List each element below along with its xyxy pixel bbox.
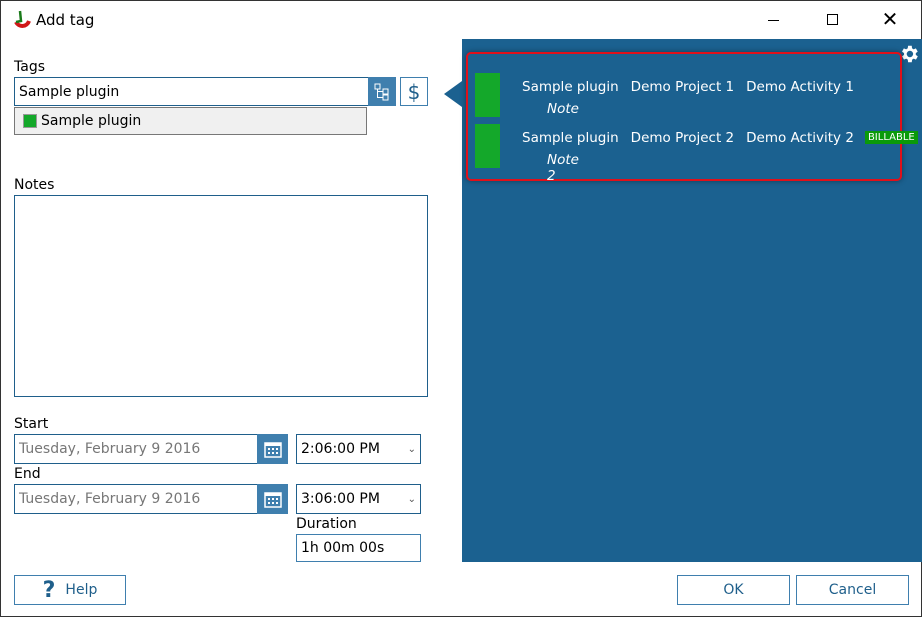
app-logo-icon: [14, 10, 31, 28]
start-time-value: 2:06:00 PM: [301, 441, 380, 457]
notes-textarea[interactable]: [14, 195, 428, 397]
entry-note: Note: [547, 101, 579, 117]
ok-button[interactable]: OK: [677, 575, 790, 605]
add-tag-dialog: Add tag ✕ Tags Sample plugin $ Sample pl…: [0, 0, 922, 617]
entry-activity: Demo Activity 1: [746, 79, 854, 95]
cancel-button[interactable]: Cancel: [796, 575, 909, 605]
minimize-button[interactable]: [761, 9, 787, 31]
entry-activity: Demo Activity 2: [746, 130, 854, 146]
tag-suggestion-item[interactable]: Sample plugin: [14, 107, 367, 135]
tree-icon: [374, 83, 389, 100]
entry-project: Demo Project 2: [630, 130, 735, 146]
entry-item[interactable]: Sample plugin Demo Project 2 Demo Activity…: [475, 124, 918, 184]
end-time-select[interactable]: 3:06:00 PM ⌄: [296, 484, 421, 514]
calendar-icon: [263, 492, 282, 508]
cancel-label: Cancel: [828, 582, 877, 598]
start-date-input[interactable]: Tuesday, February 9 2016: [14, 434, 257, 464]
entry-color-bar: [475, 73, 500, 117]
duration-value: 1h 00m 00s: [301, 540, 385, 556]
panel-pointer: [444, 81, 462, 107]
end-calendar-button[interactable]: [257, 484, 288, 514]
tag-color-swatch: [23, 114, 37, 128]
end-label: End: [14, 466, 41, 482]
start-date-value: Tuesday, February 9 2016: [19, 441, 201, 457]
help-button[interactable]: ? Help: [14, 575, 126, 605]
end-date-input[interactable]: Tuesday, February 9 2016: [14, 484, 257, 514]
entry-note: Note 2: [547, 152, 579, 184]
chevron-down-icon: ⌄: [407, 493, 416, 505]
end-time-value: 3:06:00 PM: [301, 491, 380, 507]
start-label: Start: [14, 416, 49, 432]
entry-project: Demo Project 1: [630, 79, 735, 95]
notes-label: Notes: [14, 177, 55, 193]
duration-input[interactable]: 1h 00m 00s: [296, 534, 421, 562]
calendar-icon: [263, 442, 282, 458]
close-button[interactable]: ✕: [877, 7, 903, 31]
entry-item[interactable]: Sample plugin Demo Project 1 Demo Activity…: [475, 73, 854, 117]
start-time-select[interactable]: 2:06:00 PM ⌄: [296, 434, 421, 464]
tags-input[interactable]: Sample plugin: [14, 77, 368, 106]
billable-badge: BILLABLE: [864, 131, 918, 144]
tags-label: Tags: [14, 59, 45, 75]
duration-label: Duration: [296, 516, 357, 532]
entry-tag: Sample plugin: [522, 79, 619, 95]
close-icon: ✕: [881, 7, 899, 31]
tag-tree-button[interactable]: [368, 77, 396, 106]
maximize-icon: [827, 14, 838, 25]
maximize-button[interactable]: [819, 9, 845, 31]
minimize-icon: [768, 20, 779, 21]
entry-tag: Sample plugin: [522, 130, 619, 146]
dollar-icon: $: [407, 79, 421, 104]
chevron-down-icon: ⌄: [407, 443, 416, 455]
entry-color-bar: [475, 124, 500, 168]
entries-list: Sample plugin Demo Project 1 Demo Activity…: [466, 52, 918, 184]
billable-toggle-button[interactable]: $: [400, 77, 428, 106]
end-date-value: Tuesday, February 9 2016: [19, 491, 201, 507]
help-label: Help: [65, 582, 98, 598]
window-title: Add tag: [36, 11, 95, 29]
tag-suggestion-label: Sample plugin: [41, 113, 142, 129]
help-icon: ?: [42, 577, 56, 603]
tags-input-value: Sample plugin: [19, 83, 120, 100]
ok-label: OK: [723, 582, 744, 598]
start-calendar-button[interactable]: [257, 434, 288, 464]
